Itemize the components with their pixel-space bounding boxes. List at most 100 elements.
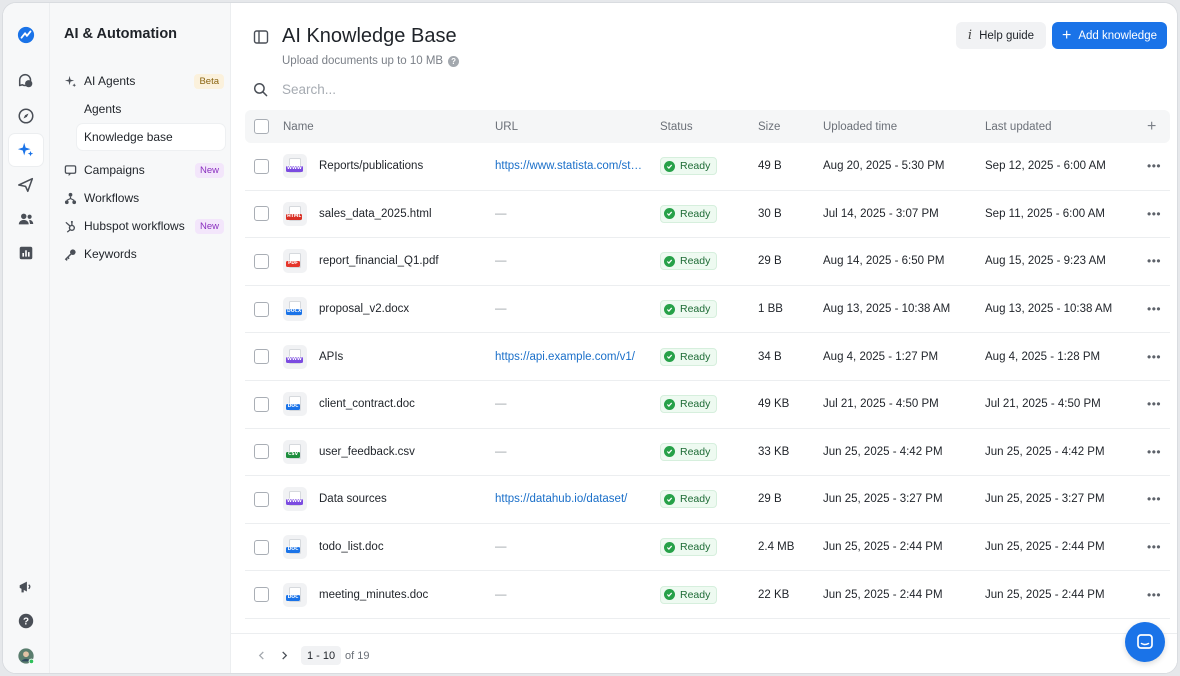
name-cell[interactable]: WWW APIs: [283, 333, 483, 380]
table-row[interactable]: CSV user_feedback.csv — Ready 33 KB Jun 25, 2…: [245, 429, 1170, 477]
row-checkbox-cell: [254, 333, 269, 380]
more-options-icon[interactable]: •••: [1147, 191, 1161, 238]
name-cell[interactable]: PDF report_financial_Q1.pdf: [283, 238, 483, 285]
table-row[interactable]: DOCX proposal_v2.docx — Ready 1 BB Aug 13, 20…: [245, 286, 1170, 334]
url-empty: —: [495, 588, 507, 601]
row-checkbox[interactable]: [254, 253, 269, 269]
url-cell: https://datahub.io/dataset/: [495, 476, 643, 523]
column-header-uploaded[interactable]: Uploaded time: [823, 110, 897, 143]
add-knowledge-button[interactable]: + Add knowledge: [1052, 22, 1167, 49]
name-cell[interactable]: DOC todo_list.doc: [283, 524, 483, 571]
row-checkbox[interactable]: [254, 539, 269, 555]
send-icon[interactable]: [9, 169, 43, 201]
logo-icon[interactable]: [9, 19, 43, 51]
more-options-icon[interactable]: •••: [1147, 286, 1161, 333]
table-row[interactable]: DOC client_contract.doc — Ready 49 KB Jul 21,…: [245, 381, 1170, 429]
uploaded-time-cell: Jun 25, 2025 - 2:44 PM: [823, 588, 943, 601]
row-checkbox[interactable]: [254, 349, 269, 365]
table-row[interactable]: HTML sales_data_2025.html — Ready 30 B Jul 14…: [245, 191, 1170, 239]
sidebar-title: AI & Automation: [64, 26, 178, 42]
row-checkbox[interactable]: [254, 206, 269, 222]
table-row[interactable]: WWW Reports/publications https://www.stati…: [245, 143, 1170, 191]
url-cell: —: [495, 381, 643, 428]
name-cell[interactable]: DOC meeting_minutes.doc: [283, 571, 483, 618]
row-checkbox[interactable]: [254, 491, 269, 507]
uploaded-time-cell: Aug 20, 2025 - 5:30 PM: [823, 160, 945, 173]
search-icon: [253, 82, 268, 96]
page-range[interactable]: 1 - 10: [301, 646, 342, 665]
name-cell[interactable]: HTML sales_data_2025.html: [283, 191, 483, 238]
more-options-icon[interactable]: •••: [1147, 333, 1161, 380]
row-checkbox[interactable]: [254, 301, 269, 317]
url-link[interactable]: https://datahub.io/dataset/: [495, 493, 643, 505]
megaphone-icon[interactable]: [9, 571, 43, 603]
table-row[interactable]: PDF report_financial_Q1.pdf — Ready 29 B Aug …: [245, 238, 1170, 286]
search-input[interactable]: [282, 81, 582, 97]
name-cell[interactable]: WWW Reports/publications: [283, 143, 483, 190]
select-all-checkbox[interactable]: [254, 119, 269, 134]
avatar[interactable]: [9, 640, 43, 672]
sidebar-item-agents[interactable]: Agents: [77, 96, 225, 122]
more-options-icon[interactable]: •••: [1147, 381, 1161, 428]
help-guide-button[interactable]: i Help guide: [956, 22, 1046, 49]
more-options-icon[interactable]: •••: [1147, 143, 1161, 190]
ai-automation-icon[interactable]: [9, 134, 43, 166]
row-checkbox-cell: [254, 429, 269, 476]
info-icon[interactable]: ?: [448, 55, 460, 67]
sidebar-toggle-icon[interactable]: [253, 29, 269, 45]
column-header-name[interactable]: Name: [283, 110, 483, 143]
more-options-icon[interactable]: •••: [1147, 524, 1161, 571]
sidebar-item-hubspot-workflows[interactable]: Hubspot workflows New: [62, 214, 224, 238]
url-link[interactable]: https://www.statista.com/statistics/: [495, 160, 643, 172]
last-updated-cell: Aug 4, 2025 - 1:28 PM: [985, 350, 1101, 363]
add-column-icon[interactable]: +: [1147, 110, 1156, 143]
sidebar-item-knowledge-base[interactable]: Knowledge base: [77, 124, 225, 150]
table-row[interactable]: WWW APIs https://api.example.com/v1/Ready 3…: [245, 333, 1170, 381]
table-row[interactable]: DOC todo_list.doc — Ready 2.4 MB Jun 25, 2025…: [245, 524, 1170, 572]
knowledge-table: Name URL Status Size Uploaded time Last …: [245, 110, 1170, 619]
more-options-icon[interactable]: •••: [1147, 238, 1161, 285]
column-header-status[interactable]: Status: [660, 110, 693, 143]
compass-icon[interactable]: [9, 100, 43, 132]
name-cell[interactable]: WWW Data sources: [283, 476, 483, 523]
sidebar-item-label: Agents: [84, 102, 122, 116]
row-checkbox[interactable]: [254, 158, 269, 174]
sidebar-item-ai-agents[interactable]: AI Agents Beta: [62, 69, 224, 93]
more-options-icon[interactable]: •••: [1147, 571, 1161, 618]
row-checkbox[interactable]: [254, 396, 269, 412]
users-icon[interactable]: [9, 203, 43, 235]
help-icon[interactable]: ?: [9, 605, 43, 637]
sidebar-item-campaigns[interactable]: Campaigns New: [62, 158, 224, 182]
chat-launcher-button[interactable]: [1125, 622, 1165, 662]
name-cell[interactable]: DOC client_contract.doc: [283, 381, 483, 428]
url-empty: —: [495, 255, 507, 268]
analytics-icon[interactable]: [9, 237, 43, 269]
row-checkbox[interactable]: [254, 444, 269, 460]
name-cell[interactable]: DOCX proposal_v2.docx: [283, 286, 483, 333]
table-row[interactable]: DOC meeting_minutes.doc — Ready 22 KB Jun 25,…: [245, 571, 1170, 619]
row-checkbox[interactable]: [254, 587, 269, 603]
name-cell[interactable]: CSV user_feedback.csv: [283, 429, 483, 476]
sidebar-item-keywords[interactable]: Keywords: [62, 242, 224, 266]
file-type-icon: DOCX: [283, 297, 307, 322]
status-cell: Ready: [660, 333, 718, 380]
url-link[interactable]: https://api.example.com/v1/: [495, 351, 643, 363]
status-badge: Ready: [660, 157, 718, 176]
more-options-icon[interactable]: •••: [1147, 429, 1161, 476]
chat-icon[interactable]: [9, 65, 43, 97]
file-type-icon: PDF: [283, 249, 307, 274]
table-row[interactable]: WWW Data sources https://datahub.io/datase…: [245, 476, 1170, 524]
size-cell: 49 B: [758, 160, 782, 173]
plus-icon: +: [1062, 26, 1072, 44]
status-text: Ready: [680, 303, 711, 316]
sidebar-item-workflows[interactable]: Workflows: [62, 186, 224, 210]
column-header-size[interactable]: Size: [758, 110, 780, 143]
next-page-icon[interactable]: [277, 648, 291, 662]
row-checkbox-cell: [254, 286, 269, 333]
sidebar-item-label: AI Agents: [84, 74, 136, 88]
prev-page-icon[interactable]: [254, 648, 268, 662]
more-options-icon[interactable]: •••: [1147, 476, 1161, 523]
column-header-url[interactable]: URL: [495, 110, 643, 143]
page-subtitle: Upload documents up to 10 MB ?: [282, 55, 460, 67]
column-header-updated[interactable]: Last updated: [985, 110, 1052, 143]
